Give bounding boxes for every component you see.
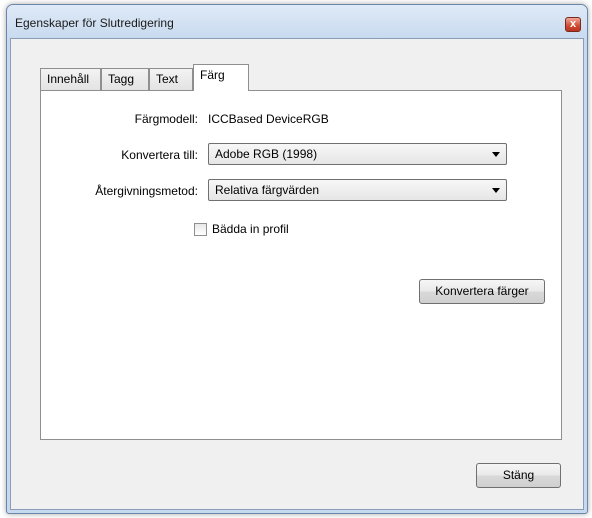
dialog-title: Egenskaper för Slutredigering	[15, 16, 174, 30]
dialog-client-area: Innehåll Tagg Text Färg Färgmodell: ICCB…	[10, 38, 584, 510]
chevron-down-icon	[492, 188, 500, 193]
close-button[interactable]: Stäng	[476, 463, 561, 488]
convert-to-dropdown[interactable]: Adobe RGB (1998)	[208, 143, 507, 165]
rendering-intent-dropdown[interactable]: Relativa färgvärden	[208, 179, 507, 201]
color-model-value: ICCBased DeviceRGB	[208, 112, 329, 126]
tab-tagg[interactable]: Tagg	[101, 68, 149, 90]
chevron-down-icon	[492, 152, 500, 157]
tab-farg[interactable]: Färg	[193, 64, 249, 91]
properties-dialog: Egenskaper för Slutredigering x Innehåll…	[6, 4, 588, 514]
tab-text[interactable]: Text	[149, 68, 193, 90]
embed-profile-checkbox[interactable]	[194, 223, 207, 236]
color-model-label: Färgmodell:	[134, 112, 198, 126]
embed-profile-label[interactable]: Bädda in profil	[212, 222, 289, 236]
tab-innehall[interactable]: Innehåll	[40, 68, 101, 90]
convert-to-label: Konvertera till:	[121, 148, 198, 162]
close-icon[interactable]: x	[565, 17, 581, 32]
rendering-intent-label: Återgivningsmetod:	[95, 184, 198, 198]
convert-colors-button[interactable]: Konvertera färger	[419, 279, 545, 304]
color-tab-panel: Färgmodell: ICCBased DeviceRGB Konverter…	[40, 90, 562, 440]
rendering-intent-selected: Relativa färgvärden	[215, 183, 320, 197]
title-bar[interactable]: Egenskaper för Slutredigering x	[7, 5, 587, 39]
convert-to-selected: Adobe RGB (1998)	[215, 147, 318, 161]
